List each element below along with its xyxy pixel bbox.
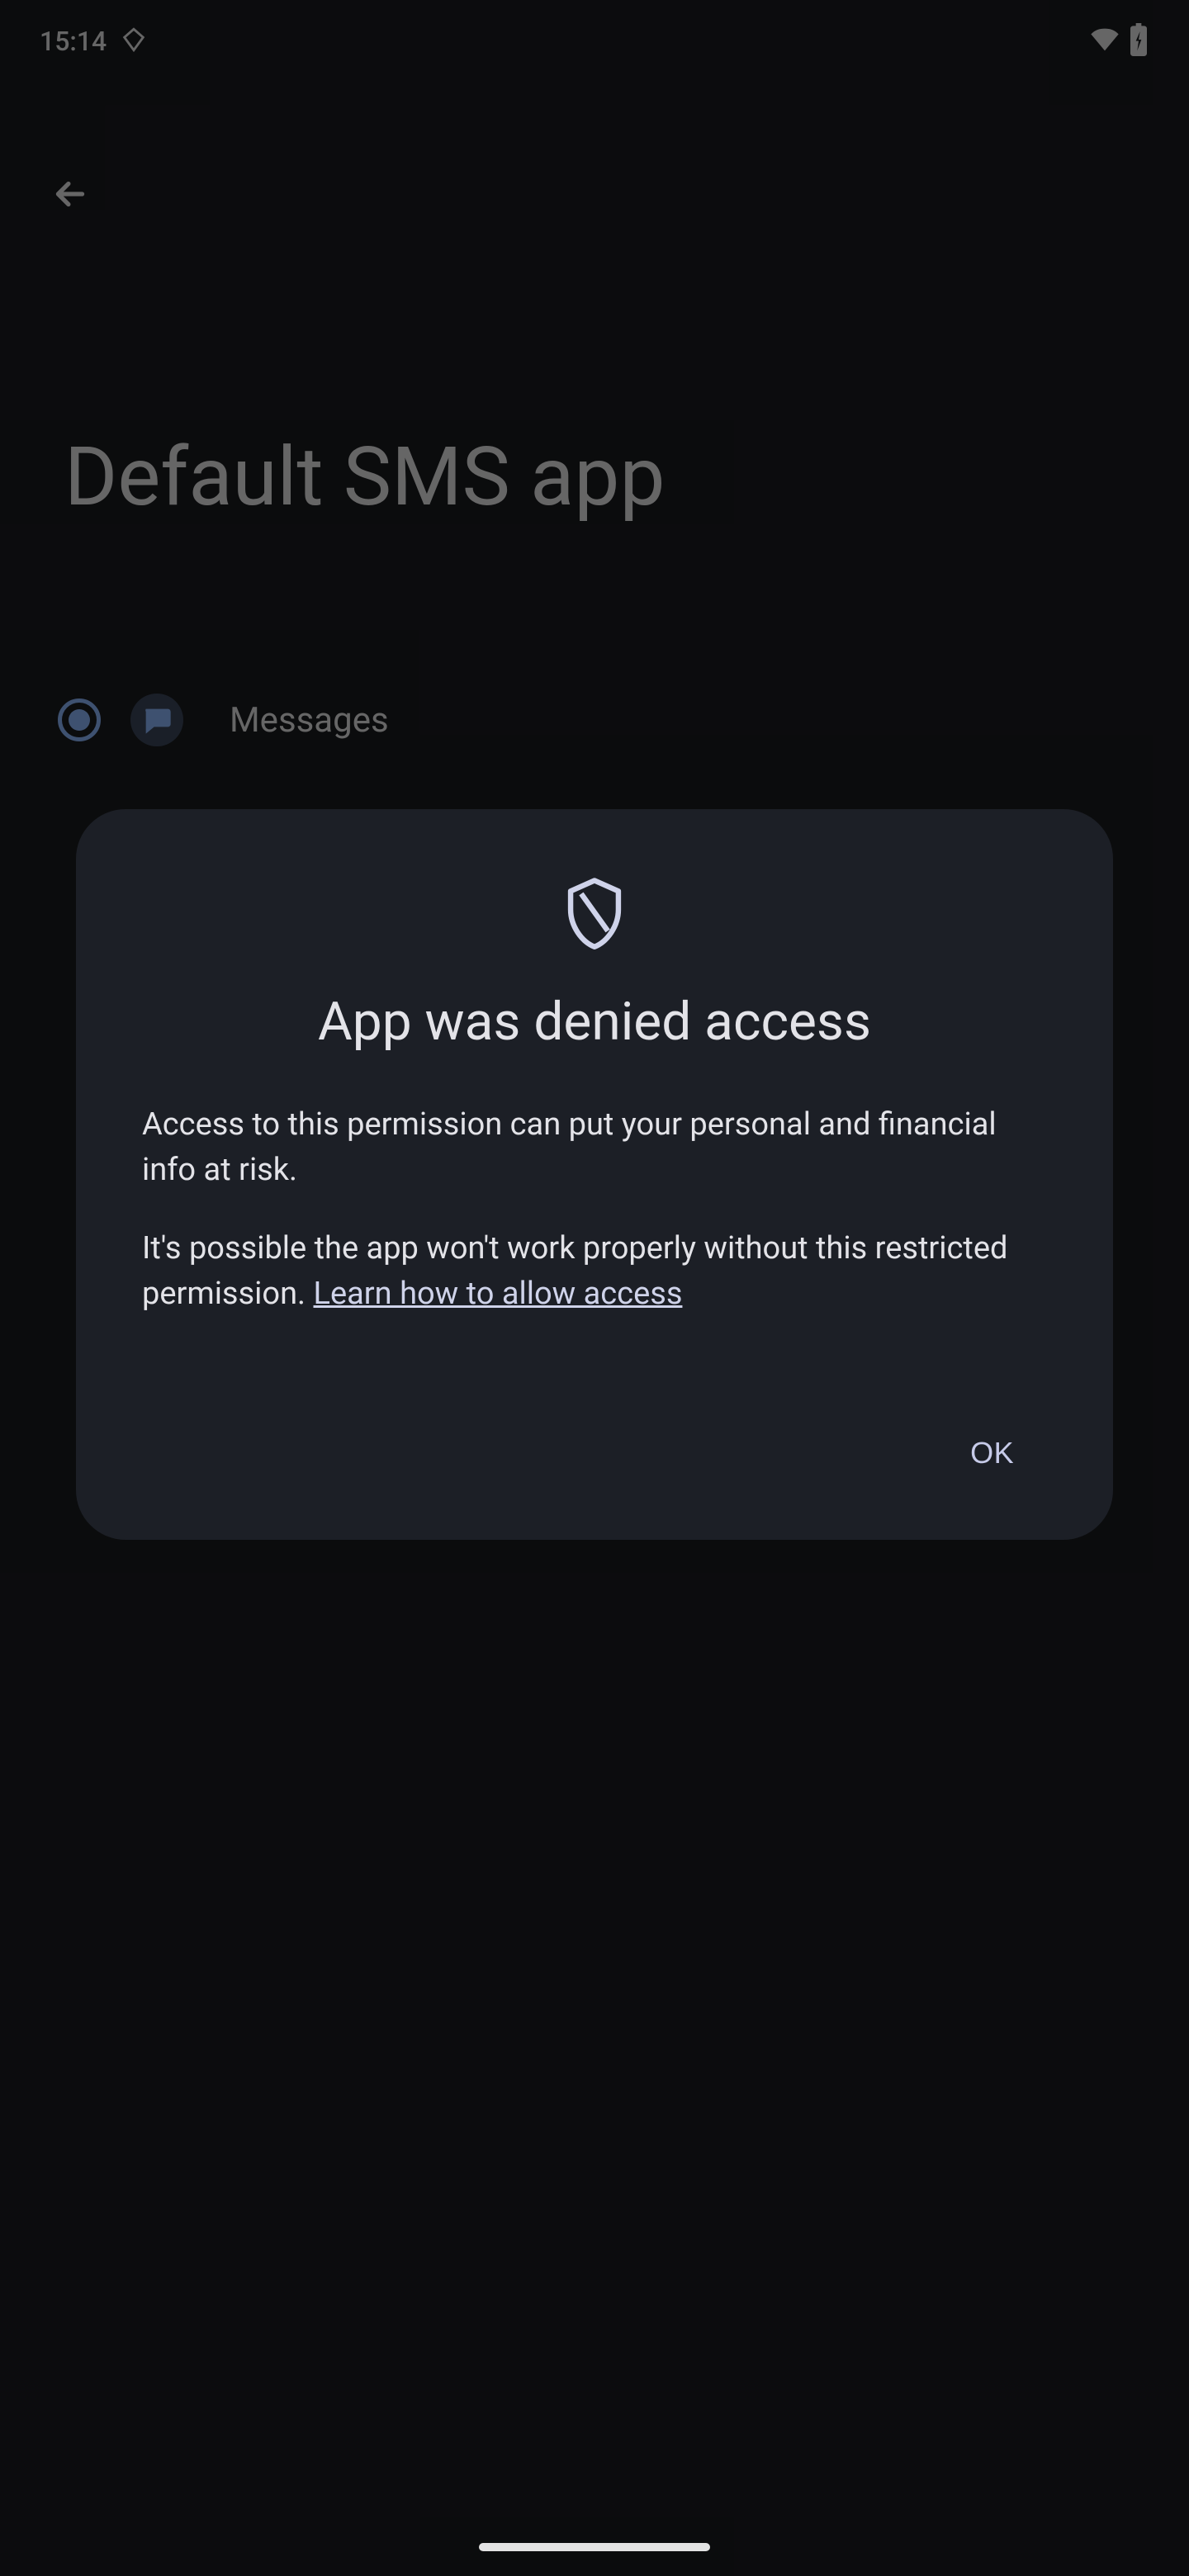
dialog-actions: OK: [142, 1416, 1047, 1490]
learn-more-link[interactable]: Learn how to allow access: [314, 1276, 683, 1312]
ok-button[interactable]: OK: [937, 1416, 1047, 1490]
permission-denied-dialog: App was denied access Access to this per…: [76, 809, 1113, 1540]
navigation-handle[interactable]: [479, 2543, 710, 2551]
dialog-body-2: It's possible the app won't work properl…: [142, 1226, 1047, 1317]
shield-icon: [142, 875, 1047, 949]
dialog-body-1: Access to this permission can put your p…: [142, 1102, 1047, 1193]
dialog-title: App was denied access: [142, 991, 1047, 1053]
